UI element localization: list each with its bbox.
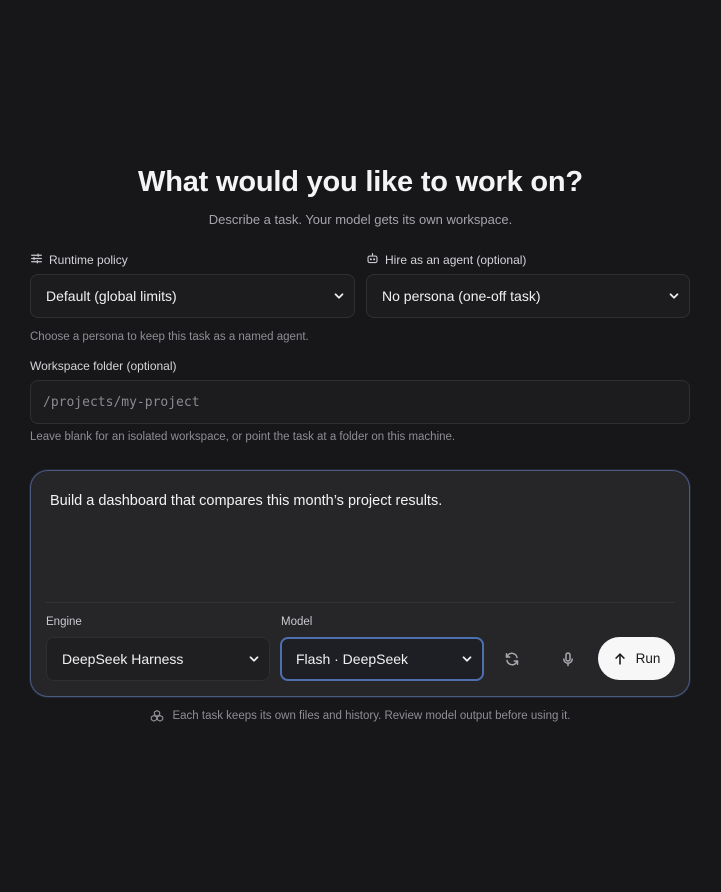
- agent-label: Hire as an agent (optional): [366, 252, 526, 268]
- workspace-label: Workspace folder (optional): [30, 359, 177, 373]
- model-select[interactable]: Flash · DeepSeek: [280, 637, 484, 681]
- model-value: Flash · DeepSeek: [296, 651, 409, 667]
- engine-value: DeepSeek Harness: [62, 651, 184, 667]
- task-composer: Build a dashboard that compares this mon…: [30, 470, 690, 697]
- model-label: Model: [281, 616, 313, 628]
- runtime-policy-value: Default (global limits): [46, 288, 177, 304]
- new-task-page: What would you like to work on? Describe…: [0, 0, 721, 892]
- arrow-up-icon: [614, 652, 625, 665]
- agent-select[interactable]: No persona (one-off task): [366, 274, 690, 318]
- refresh-button[interactable]: [496, 643, 528, 675]
- runtime-policy-select[interactable]: Default (global limits): [30, 274, 355, 318]
- task-prompt-input[interactable]: Build a dashboard that compares this mon…: [50, 493, 442, 509]
- cubes-icon: [151, 710, 164, 722]
- sliders-icon: [30, 252, 43, 268]
- microphone-icon: [563, 652, 573, 667]
- engine-select[interactable]: DeepSeek Harness: [46, 637, 270, 681]
- run-label: Run: [635, 651, 661, 666]
- voice-input-button[interactable]: [552, 643, 584, 675]
- run-button[interactable]: Run: [598, 637, 675, 680]
- page-subtitle: Describe a task. Your model gets its own…: [208, 212, 513, 227]
- engine-label: Engine: [46, 616, 82, 628]
- refresh-icon: [505, 652, 519, 666]
- robot-icon: [366, 252, 379, 268]
- chevron-down-icon: [334, 293, 344, 299]
- footer-text: Each task keeps its own files and histor…: [172, 710, 571, 722]
- agent-value: No persona (one-off task): [382, 288, 541, 304]
- chevron-down-icon: [249, 656, 259, 662]
- page-title: What would you like to work on?: [138, 166, 583, 198]
- composer-divider: [45, 602, 675, 603]
- runtime-policy-label: Runtime policy: [30, 252, 128, 268]
- chevron-down-icon: [462, 656, 472, 662]
- workspace-help-text: Leave blank for an isolated workspace, o…: [30, 431, 456, 443]
- agent-help-text: Choose a persona to keep this task as a …: [30, 331, 309, 343]
- workspace-folder-input[interactable]: [30, 380, 690, 424]
- chevron-down-icon: [669, 293, 679, 299]
- footer-note: Each task keeps its own files and histor…: [0, 709, 721, 723]
